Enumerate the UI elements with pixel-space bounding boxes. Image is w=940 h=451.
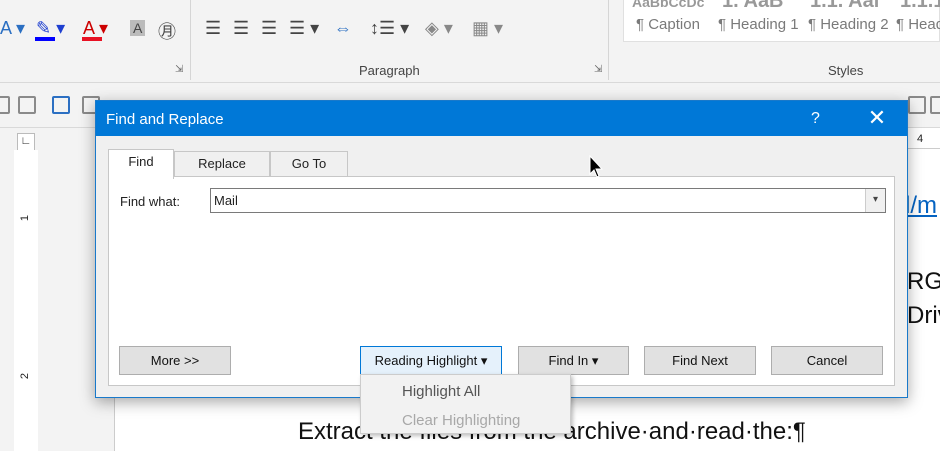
font-color-bar [82, 37, 102, 41]
tab-go-to[interactable]: Go To [270, 151, 348, 177]
clear-highlighting-menu-item: Clear Highlighting [402, 412, 521, 429]
doc-link-fragment[interactable]: l/m [905, 192, 937, 220]
find-next-button[interactable]: Find Next [644, 346, 756, 375]
doc-text-fragment: RG [907, 268, 940, 295]
distributed-icon[interactable]: ⇔ [334, 18, 352, 39]
style-preview: AaBbCcDc [632, 0, 705, 10]
find-in-button[interactable]: Find In ▾ [518, 346, 629, 375]
ruler-mark: 2 [19, 372, 32, 380]
styles-gallery: AaBbCcDc 1. AaB 1.1. Aal 1.1.1. ¶ Captio… [623, 0, 940, 42]
help-icon[interactable]: ? [811, 110, 820, 128]
find-replace-dialog: Find and Replace ? ✕ Find Replace Go To … [95, 100, 908, 398]
paragraph-group-label: Paragraph [359, 63, 420, 78]
tab-selector[interactable]: ∟ [17, 133, 35, 151]
character-shading-icon[interactable]: A [130, 20, 146, 36]
font-dialog-launcher-icon[interactable]: ⇲ [175, 64, 183, 75]
align-left-icon[interactable]: ☰ [205, 18, 221, 39]
more-button[interactable]: More >> [119, 346, 231, 375]
highlight-color-bar [35, 37, 55, 41]
highlight-all-menu-item[interactable]: Highlight All [402, 383, 480, 400]
close-icon[interactable]: ✕ [866, 105, 888, 131]
tab-find[interactable]: Find [108, 149, 174, 179]
org-chart-icon[interactable] [52, 96, 70, 114]
horizontal-ruler: 4 [905, 131, 940, 149]
chevron-down-icon[interactable]: ▾ [865, 189, 885, 212]
paragraph-dialog-launcher-icon[interactable]: ⇲ [594, 64, 602, 75]
reading-highlight-button[interactable]: Reading Highlight ▾ [360, 346, 502, 375]
reading-highlight-menu: Highlight All Clear Highlighting [360, 374, 571, 434]
justify-icon[interactable]: ☰ ▾ [289, 18, 319, 39]
style-heading-3[interactable]: ¶ Head [896, 16, 940, 33]
shading-icon[interactable]: ◈ ▾ [425, 18, 453, 39]
toolbar-icon[interactable] [18, 96, 36, 114]
doc-text-fragment: Driv [907, 302, 940, 329]
style-preview: 1.1.1. [900, 0, 940, 12]
toolbar-icon[interactable] [908, 96, 926, 114]
find-what-label: Find what: [120, 194, 180, 209]
find-what-input[interactable]: Mail ▾ [210, 188, 886, 213]
borders-icon[interactable]: ▦ ▾ [472, 18, 503, 39]
tab-replace[interactable]: Replace [174, 151, 270, 177]
ruler-mark: 4 [917, 133, 924, 145]
ribbon: A ▾ ✎ ▾ A ▾ A ㊊ ☰ ☰ ☰ ☰ ▾ ⇔ ↕☰ ▾ ◈ ▾ ▦ ▾… [0, 0, 940, 83]
line-spacing-icon[interactable]: ↕☰ ▾ [370, 18, 409, 39]
dialog-title: Find and Replace [106, 111, 224, 128]
ribbon-separator [190, 0, 191, 80]
align-right-icon[interactable]: ☰ [261, 18, 277, 39]
toolbar-icon[interactable] [0, 96, 10, 114]
align-center-icon[interactable]: ☰ [233, 18, 249, 39]
style-heading-1[interactable]: ¶ Heading 1 [718, 16, 799, 33]
cancel-button[interactable]: Cancel [771, 346, 883, 375]
ruler-mark: 1 [19, 214, 32, 222]
styles-group-label: Styles [828, 63, 864, 78]
font-color-icon[interactable]: A ▾ [83, 18, 108, 39]
dialog-titlebar[interactable]: Find and Replace ? ✕ [96, 101, 907, 136]
text-highlight-color-icon[interactable]: ✎ ▾ [36, 18, 65, 39]
style-preview: 1.1. Aal [810, 0, 880, 12]
mouse-pointer-icon [589, 155, 603, 178]
enclose-characters-icon[interactable]: ㊊ [158, 18, 176, 44]
ribbon-separator [608, 0, 609, 80]
vertical-ruler: 1 2 [14, 150, 38, 451]
toolbar-icon[interactable] [930, 96, 940, 114]
style-heading-2[interactable]: ¶ Heading 2 [808, 16, 889, 33]
style-preview: 1. AaB [722, 0, 784, 12]
text-effects-icon[interactable]: A ▾ [0, 18, 25, 39]
style-caption[interactable]: ¶ Caption [636, 16, 700, 33]
find-what-value: Mail [214, 193, 238, 208]
